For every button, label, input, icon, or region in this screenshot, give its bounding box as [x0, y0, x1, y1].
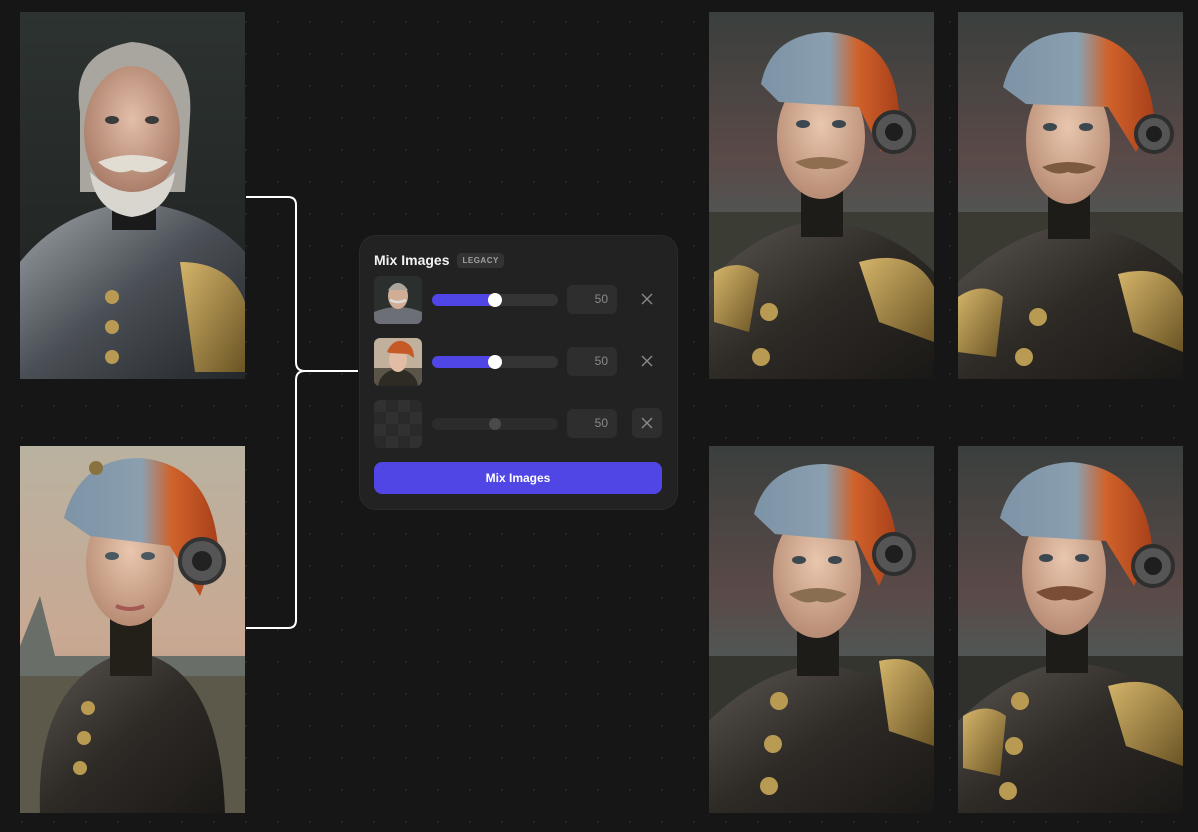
remove-image-button-3[interactable] [632, 408, 662, 438]
thumbnail-woman-helmet[interactable] [374, 338, 422, 386]
result-image-2[interactable] [958, 12, 1183, 379]
mix-row-3: 50 [374, 400, 664, 448]
checkerboard-placeholder-icon [374, 400, 422, 448]
source-image-woman-helmet[interactable] [20, 446, 245, 813]
close-icon [641, 293, 653, 305]
thumbnail-image [374, 276, 422, 324]
slider-knob[interactable] [489, 418, 501, 430]
mix-images-panel: Mix Images LEGACY 50 50 50 Mix Images [360, 236, 677, 509]
close-icon [641, 355, 653, 367]
empty-image-slot[interactable] [374, 400, 422, 448]
remove-image-button-2[interactable] [632, 346, 662, 376]
result-image-1[interactable] [709, 12, 934, 379]
weight-input-2[interactable]: 50 [567, 347, 617, 376]
weight-slider-3[interactable] [432, 418, 558, 430]
portrait-illustration [709, 12, 934, 379]
weight-slider-1[interactable] [432, 293, 558, 307]
portrait-illustration [709, 446, 934, 813]
weight-slider-2[interactable] [432, 355, 558, 369]
mix-row-1: 50 [374, 276, 664, 324]
slider-knob[interactable] [488, 293, 502, 307]
weight-input-1[interactable]: 50 [567, 285, 617, 314]
close-icon [641, 417, 653, 429]
mix-images-button[interactable]: Mix Images [374, 462, 662, 494]
portrait-illustration [958, 446, 1183, 813]
thumbnail-elderly-man[interactable] [374, 276, 422, 324]
remove-image-button-1[interactable] [632, 284, 662, 314]
thumbnail-image [374, 338, 422, 386]
legacy-badge: LEGACY [457, 252, 504, 268]
panel-header: Mix Images LEGACY [374, 252, 504, 268]
portrait-illustration [958, 12, 1183, 379]
slider-knob[interactable] [488, 355, 502, 369]
result-image-4[interactable] [958, 446, 1183, 813]
slider-fill [432, 294, 495, 306]
source-image-elderly-man[interactable] [20, 12, 245, 379]
portrait-illustration [20, 446, 245, 813]
slider-fill [432, 356, 495, 368]
portrait-illustration [20, 12, 245, 379]
result-image-3[interactable] [709, 446, 934, 813]
weight-input-3[interactable]: 50 [567, 409, 617, 438]
panel-title: Mix Images [374, 252, 450, 268]
mix-row-2: 50 [374, 338, 664, 386]
